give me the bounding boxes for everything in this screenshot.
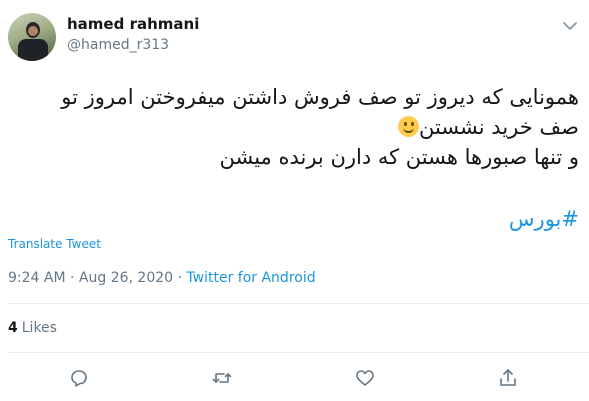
divider [8,352,589,353]
author-handle[interactable]: @hamed_r313 [67,37,169,53]
retweet-icon[interactable] [211,367,233,389]
tweet-source-link[interactable]: Twitter for Android [186,270,315,286]
share-icon[interactable] [497,367,519,389]
tweet-text-line: همونایی که دیروز تو صف فروش داشتن میفروخ… [61,85,579,109]
tweet-time[interactable]: 9:24 AM [8,270,66,286]
likes-count: 4 [8,320,18,336]
divider [8,303,589,304]
author-name[interactable]: hamed rahmani [67,15,199,33]
smiling-face-emoji-icon [398,116,419,137]
likes-label: Likes [21,320,57,336]
reply-icon[interactable] [68,367,90,389]
tweet-text-line: صف خرید نشستن [9,112,579,142]
likes-stat[interactable]: 4 Likes [8,320,57,336]
tweet-text: همونایی که دیروز تو صف فروش داشتن میفروخ… [9,82,579,172]
tweet-text-line: و تنها صبورها هستن که دارن برنده میشن [219,145,579,169]
hashtag-link[interactable]: #بورس [509,207,579,231]
translate-tweet-link[interactable]: Translate Tweet [8,237,101,251]
meta-separator: · [70,270,75,286]
tweet-meta: 9:24 AM · Aug 26, 2020 · Twitter for And… [8,270,316,286]
like-icon[interactable] [354,367,376,389]
chevron-down-icon[interactable] [561,17,579,35]
avatar[interactable] [8,13,56,61]
meta-separator: · [177,270,182,286]
tweet-date[interactable]: Aug 26, 2020 [79,270,173,286]
tweet-text-segment: صف خرید نشستن [419,115,579,139]
